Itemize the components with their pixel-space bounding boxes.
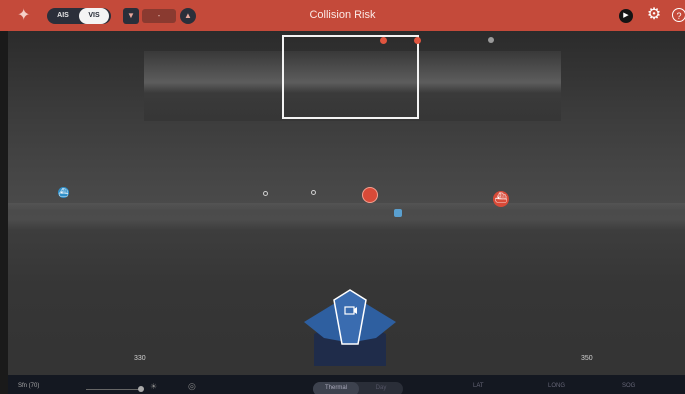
help-icon[interactable]: ? bbox=[672, 8, 685, 22]
small-target-1[interactable] bbox=[263, 191, 268, 196]
play-icon[interactable]: ▶ bbox=[619, 9, 633, 23]
target-selection-box[interactable] bbox=[282, 35, 419, 119]
compass-label-330: 330 bbox=[134, 355, 146, 362]
page-title: Collision Risk bbox=[309, 9, 376, 21]
mode-switch[interactable]: Thermal Day bbox=[313, 382, 403, 394]
thermal-mode-button[interactable]: Thermal bbox=[313, 382, 359, 394]
brightness-slider[interactable] bbox=[86, 389, 140, 390]
long-label: LONG bbox=[548, 383, 566, 389]
horizon-line bbox=[8, 203, 685, 211]
compass-label-350: 350 bbox=[581, 355, 593, 362]
slider-knob[interactable] bbox=[138, 386, 144, 392]
brightness-icon: ☀ bbox=[150, 382, 158, 391]
speed-label[interactable]: Sfn (70) bbox=[18, 383, 39, 389]
ais-target-boat-icon[interactable]: ⛴ bbox=[58, 187, 69, 198]
day-mode-button[interactable]: Day bbox=[361, 382, 401, 394]
small-target-2[interactable] bbox=[311, 190, 316, 195]
lat-label: LAT bbox=[473, 383, 484, 389]
neutral-dot[interactable] bbox=[488, 37, 494, 43]
app-frame: ⛴ ⛴ ✦ AIS VIS ▼ - ▲ Collision Risk ▶ ⚙ ?… bbox=[0, 0, 685, 394]
risk-dot-2[interactable] bbox=[414, 37, 421, 44]
risk-target-large[interactable] bbox=[362, 187, 378, 203]
gear-icon[interactable]: ⚙ bbox=[645, 6, 663, 24]
top-bar: ✦ AIS VIS ▼ - ▲ Collision Risk ▶ ⚙ ? bbox=[0, 0, 685, 31]
risk-dot-1[interactable] bbox=[380, 37, 387, 44]
target-icon[interactable]: ◎ bbox=[188, 381, 196, 392]
sog-label: SOG bbox=[622, 383, 636, 389]
bottom-bar: Sfn (70) ☀ ◎ Thermal Day LAT LONG SOG bbox=[8, 375, 685, 394]
camera-direction-icon[interactable] bbox=[300, 286, 400, 366]
nearby-vessel-icon[interactable] bbox=[394, 209, 402, 217]
risk-target-boat-icon[interactable]: ⛴ bbox=[493, 191, 509, 207]
